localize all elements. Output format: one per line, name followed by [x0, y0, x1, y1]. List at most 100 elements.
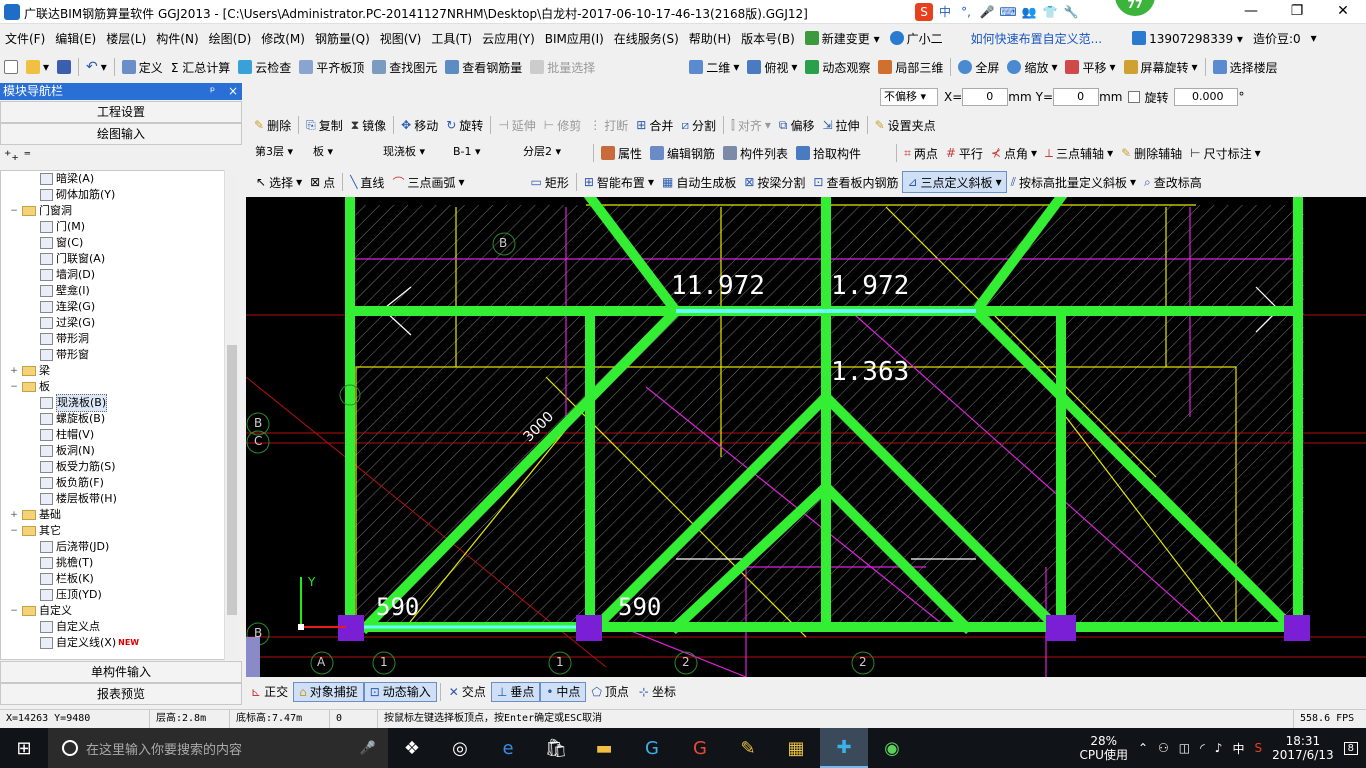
- split-button[interactable]: ⧄ 分割: [677, 117, 720, 134]
- tree-item[interactable]: 暗梁(A): [1, 171, 237, 187]
- menu-view[interactable]: 视图(V): [375, 30, 427, 47]
- taskbar-app-explorer[interactable]: ▬: [580, 728, 628, 768]
- score-badge[interactable]: 77: [1115, 0, 1155, 16]
- menu-cloud[interactable]: 云应用(Y): [477, 30, 540, 47]
- expand-collapse-icons[interactable]: ⁺₊ ⁼: [4, 148, 31, 164]
- ortho-button[interactable]: ⊾ 正交: [246, 683, 293, 700]
- dynamic-input-button[interactable]: ⊡ 动态输入: [363, 681, 437, 702]
- tree-item[interactable]: 楼层板带(H): [1, 491, 237, 507]
- people-icon[interactable]: ⚇: [1158, 741, 1169, 755]
- layer-select[interactable]: 分层2 ▾: [520, 144, 590, 162]
- taskbar-app-green[interactable]: ◉: [868, 728, 916, 768]
- tree-item[interactable]: 墙洞(D): [1, 267, 237, 283]
- tree-item[interactable]: 窗(C): [1, 235, 237, 251]
- menu-component[interactable]: 构件(N): [151, 30, 203, 47]
- ime-user-icon[interactable]: 👥: [1020, 3, 1038, 21]
- mic-icon[interactable]: 🎤: [360, 741, 376, 756]
- menu-dropdown-icon[interactable]: ▾: [1306, 31, 1322, 45]
- ime-toolbar[interactable]: S 中 °, 🎤 ⌨ 👥 👕 🔧: [915, 3, 1080, 21]
- ime-punct-icon[interactable]: °,: [957, 3, 975, 21]
- top-view-button[interactable]: 俯视 ▾: [743, 59, 801, 76]
- scrollbar-thumb[interactable]: [227, 345, 237, 615]
- tree-item[interactable]: 挑檐(T): [1, 555, 237, 571]
- three-point-slope-button[interactable]: ⊿ 三点定义斜板 ▾: [902, 171, 1007, 193]
- tree-item[interactable]: 柱帽(V): [1, 427, 237, 443]
- select-floor-button[interactable]: 选择楼层: [1209, 59, 1282, 76]
- collapse-icon[interactable]: −: [9, 603, 19, 619]
- zoom-button[interactable]: 缩放 ▾: [1003, 59, 1061, 76]
- xiaoer-button[interactable]: 广小二: [885, 30, 948, 47]
- extend-button[interactable]: ⊣ 延伸: [494, 117, 539, 134]
- orbit-button[interactable]: 动态观察: [801, 59, 874, 76]
- tree-folder[interactable]: − 板: [1, 379, 237, 395]
- offset-button[interactable]: ⧉ 偏移: [775, 117, 819, 134]
- report-preview-button[interactable]: 报表预览: [0, 683, 242, 705]
- ime-voice-icon[interactable]: 🎤: [978, 3, 996, 21]
- pan-button[interactable]: 平移 ▾: [1061, 59, 1119, 76]
- notification-center[interactable]: 8: [1343, 741, 1358, 755]
- tree-item[interactable]: 带形洞: [1, 331, 237, 347]
- taskbar-app-notes[interactable]: ✎: [724, 728, 772, 768]
- parallel-axis-button[interactable]: # 平行: [942, 145, 987, 162]
- project-settings-button[interactable]: 工程设置: [0, 101, 242, 123]
- summary-calc-button[interactable]: Σ 汇总计算: [167, 59, 234, 76]
- tree-folder[interactable]: + 梁: [1, 363, 237, 379]
- taskbar-app-store[interactable]: 🛍: [532, 728, 580, 768]
- maximize-button[interactable]: ❐: [1274, 0, 1320, 24]
- type-select[interactable]: 现浇板 ▾: [380, 144, 450, 162]
- tree-item[interactable]: 门联窗(A): [1, 251, 237, 267]
- vertex-snap-button[interactable]: ⬠ 顶点: [586, 683, 633, 700]
- ime-tools-icon[interactable]: 🔧: [1062, 3, 1080, 21]
- stretch-button[interactable]: ⇲ 拉伸: [818, 117, 863, 134]
- pick-component-button[interactable]: 拾取构件: [792, 145, 865, 162]
- rotate-checkbox[interactable]: [1128, 91, 1141, 103]
- tree-item[interactable]: 自定义点: [1, 619, 237, 635]
- drawing-input-button[interactable]: 绘图输入: [0, 123, 242, 145]
- align-top-button[interactable]: 平齐板顶: [295, 59, 368, 76]
- tree-folder[interactable]: − 自定义: [1, 603, 237, 619]
- find-element-button[interactable]: 查找图元: [368, 59, 441, 76]
- ime-lang-tray[interactable]: 中: [1232, 740, 1244, 757]
- single-component-button[interactable]: 单构件输入: [0, 661, 242, 683]
- menu-rebar[interactable]: 钢筋量(Q): [310, 30, 375, 47]
- taskbar-app-360[interactable]: ◎: [436, 728, 484, 768]
- move-button[interactable]: ✥ 移动: [397, 117, 442, 134]
- midpoint-snap-button[interactable]: • 中点: [540, 681, 587, 702]
- sogou-tray-icon[interactable]: S: [1254, 741, 1262, 755]
- menu-online[interactable]: 在线服务(S): [609, 30, 684, 47]
- menu-draw[interactable]: 绘图(D): [204, 30, 257, 47]
- floor-select[interactable]: 第3层 ▾: [252, 144, 310, 162]
- drawing-canvas[interactable]: 11.972 1.972 1.363 3000 590 590 Y B B C …: [246, 197, 1366, 677]
- taskbar-app-g2[interactable]: G: [676, 728, 724, 768]
- expand-icon[interactable]: +: [9, 507, 19, 523]
- network-icon[interactable]: ◫: [1179, 741, 1190, 755]
- taskbar-search[interactable]: 在这里输入你要搜索的内容 🎤: [48, 728, 388, 768]
- tray-expand-icon[interactable]: ⌃: [1138, 741, 1148, 755]
- collapse-icon[interactable]: −: [9, 203, 19, 219]
- arc-tool-button[interactable]: ⌒ 三点画弧 ▾: [388, 174, 468, 191]
- tree-item[interactable]: 压顶(YD): [1, 587, 237, 603]
- tree-scrollbar[interactable]: [224, 170, 238, 660]
- batch-select-button[interactable]: 批量选择: [526, 59, 599, 76]
- select-tool-button[interactable]: ↖ 选择 ▾: [252, 174, 306, 191]
- dimension-button[interactable]: ⊢ 尺寸标注 ▾: [1186, 145, 1265, 162]
- tree-item[interactable]: 板洞(N): [1, 443, 237, 459]
- wifi-icon[interactable]: ◜: [1200, 741, 1205, 755]
- menu-help[interactable]: 帮助(H): [684, 30, 736, 47]
- define-button[interactable]: 定义: [118, 59, 167, 76]
- break-button[interactable]: ⋮ 打断: [585, 117, 632, 134]
- menu-version[interactable]: 版本号(B): [736, 30, 800, 47]
- view-slab-rebar-button[interactable]: ⊡ 查看板内钢筋: [809, 174, 902, 191]
- tree-folder[interactable]: + 基础: [1, 507, 237, 523]
- tree-item[interactable]: 壁龛(I): [1, 283, 237, 299]
- fullscreen-button[interactable]: 全屏: [954, 59, 1003, 76]
- ime-lang-icon[interactable]: 中: [936, 3, 954, 21]
- tree-item[interactable]: 现浇板(B): [1, 394, 237, 412]
- component-list-button[interactable]: 构件列表: [719, 145, 792, 162]
- new-change-button[interactable]: 新建变更 ▾: [800, 30, 885, 47]
- x-input[interactable]: 0: [962, 88, 1009, 106]
- view-2d-button[interactable]: 二维 ▾: [685, 59, 743, 76]
- tree-item[interactable]: 自定义线(X) NEW: [1, 635, 237, 651]
- close-button[interactable]: ✕: [1320, 0, 1366, 24]
- line-tool-button[interactable]: ╲ 直线: [346, 174, 388, 191]
